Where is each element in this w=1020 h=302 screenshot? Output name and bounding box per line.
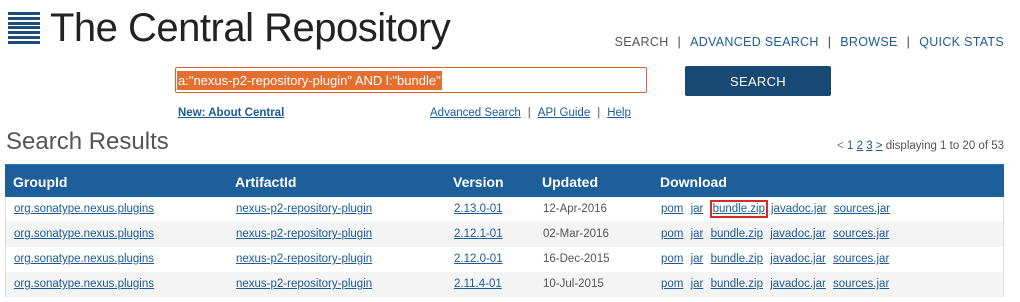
search-query-text: a:"nexus-p2-repository-plugin" AND l:"bu…: [177, 70, 442, 90]
version-link[interactable]: 2.12.1-01: [454, 228, 503, 240]
help-link[interactable]: Help: [607, 107, 631, 119]
help-links: Advanced Search | API Guide | Help: [430, 107, 631, 119]
prev-page: <: [837, 140, 844, 152]
download-javadoc-link[interactable]: javadoc.jar: [770, 278, 826, 290]
download-jar-link[interactable]: jar: [691, 228, 704, 240]
table-row: org.sonatype.nexus.plugins nexus-p2-repo…: [5, 197, 1004, 222]
download-links: pom jar bundle.zip javadoc.jar sources.j…: [661, 228, 893, 240]
download-pom-link[interactable]: pom: [661, 203, 683, 215]
results-title: Search Results: [6, 128, 169, 155]
results-summary: displaying 1 to 20 of 53: [885, 140, 1004, 152]
column-artifactid[interactable]: ArtifactId: [235, 174, 296, 190]
column-groupid[interactable]: GroupId: [13, 174, 67, 190]
download-sources-link[interactable]: sources.jar: [833, 278, 889, 290]
artifactid-link[interactable]: nexus-p2-repository-plugin: [236, 228, 372, 240]
about-central-link[interactable]: New: About Central: [178, 107, 284, 119]
groupid-link[interactable]: org.sonatype.nexus.plugins: [14, 278, 154, 290]
download-sources-link[interactable]: sources.jar: [833, 253, 889, 265]
page-2-link[interactable]: 2: [857, 140, 863, 152]
version-link[interactable]: 2.12.0-01: [454, 253, 503, 265]
artifactid-link[interactable]: nexus-p2-repository-plugin: [236, 278, 372, 290]
download-sources-link[interactable]: sources.jar: [834, 203, 890, 215]
nav-separator: |: [906, 35, 911, 49]
version-link[interactable]: 2.13.0-01: [454, 203, 503, 215]
download-sources-link[interactable]: sources.jar: [833, 228, 889, 240]
download-pom-link[interactable]: pom: [661, 278, 683, 290]
site-logo[interactable]: The Central Repository: [8, 6, 451, 50]
download-jar-link[interactable]: jar: [691, 278, 704, 290]
download-javadoc-link[interactable]: javadoc.jar: [771, 203, 827, 215]
column-version[interactable]: Version: [453, 174, 504, 190]
groupid-link[interactable]: org.sonatype.nexus.plugins: [14, 253, 154, 265]
download-links: pom jar bundle.zip javadoc.jar sources.j…: [661, 253, 893, 265]
site-title: The Central Repository: [50, 6, 451, 50]
updated-date: 12-Apr-2016: [543, 203, 607, 215]
api-guide-link[interactable]: API Guide: [538, 107, 590, 119]
next-page-link[interactable]: >: [876, 140, 883, 152]
search-input[interactable]: a:"nexus-p2-repository-plugin" AND l:"bu…: [175, 67, 647, 93]
download-bundle-zip-link[interactable]: bundle.zip: [711, 253, 763, 265]
download-links: pom jar bundle.zip javadoc.jar sources.ja…: [661, 200, 894, 218]
updated-date: 02-Mar-2016: [543, 228, 609, 240]
table-header: GroupId ArtifactId Version Updated Downl…: [5, 164, 1004, 197]
table-row: org.sonatype.nexus.plugins nexus-p2-repo…: [5, 247, 1004, 272]
table-row: org.sonatype.nexus.plugins nexus-p2-repo…: [5, 272, 1004, 297]
download-links: pom jar bundle.zip javadoc.jar sources.j…: [661, 278, 893, 290]
advanced-search-link[interactable]: Advanced Search: [430, 107, 521, 119]
column-updated[interactable]: Updated: [542, 174, 598, 190]
artifactid-link[interactable]: nexus-p2-repository-plugin: [236, 203, 372, 215]
link-separator: |: [597, 107, 601, 119]
nav-separator: |: [827, 35, 832, 49]
download-bundle-zip-link[interactable]: bundle.zip: [709, 200, 769, 218]
nav-advanced-search[interactable]: ADVANCED SEARCH: [690, 35, 819, 49]
nav-separator: |: [677, 35, 682, 49]
download-jar-link[interactable]: jar: [691, 203, 704, 215]
download-javadoc-link[interactable]: javadoc.jar: [770, 253, 826, 265]
download-pom-link[interactable]: pom: [661, 228, 683, 240]
download-bundle-zip-link[interactable]: bundle.zip: [711, 228, 763, 240]
link-separator: |: [527, 107, 531, 119]
nav-browse[interactable]: BROWSE: [840, 35, 897, 49]
top-nav: SEARCH | ADVANCED SEARCH | BROWSE | QUICK STAT…: [615, 35, 1004, 49]
nav-search[interactable]: SEARCH: [615, 35, 669, 49]
nav-quick-stats[interactable]: QUICK STATS: [919, 35, 1004, 49]
download-jar-link[interactable]: jar: [691, 253, 704, 265]
repository-logo-icon: [8, 12, 40, 44]
updated-date: 16-Dec-2015: [543, 253, 610, 265]
download-pom-link[interactable]: pom: [661, 253, 683, 265]
column-download: Download: [660, 174, 727, 190]
groupid-link[interactable]: org.sonatype.nexus.plugins: [14, 203, 154, 215]
download-javadoc-link[interactable]: javadoc.jar: [770, 228, 826, 240]
page-3-link[interactable]: 3: [866, 140, 872, 152]
download-bundle-zip-link[interactable]: bundle.zip: [711, 278, 763, 290]
search-button[interactable]: SEARCH: [685, 66, 831, 96]
results-table: GroupId ArtifactId Version Updated Downl…: [5, 164, 1004, 297]
artifactid-link[interactable]: nexus-p2-repository-plugin: [236, 253, 372, 265]
updated-date: 10-Jul-2015: [543, 278, 604, 290]
table-row: org.sonatype.nexus.plugins nexus-p2-repo…: [5, 222, 1004, 247]
page-1: 1: [846, 140, 854, 152]
groupid-link[interactable]: org.sonatype.nexus.plugins: [14, 228, 154, 240]
version-link[interactable]: 2.11.4-01: [454, 278, 502, 290]
pagination: < 1 2 3 > displaying 1 to 20 of 53: [837, 140, 1004, 152]
